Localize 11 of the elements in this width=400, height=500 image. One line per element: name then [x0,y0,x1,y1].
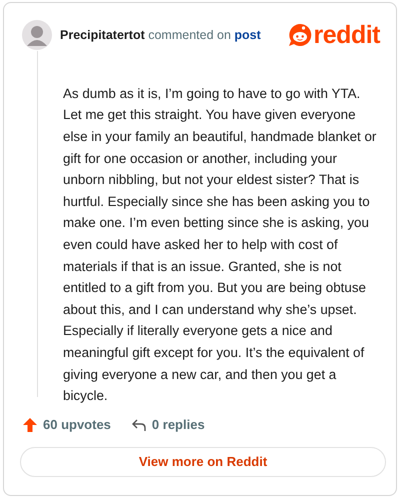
alien-mascot-icon [288,22,312,47]
logo-text: reddit [314,22,380,48]
reply-count: 0 replies [152,417,205,432]
action-text: commented on [148,28,231,42]
post-link[interactable]: post [234,28,261,42]
upvote-count: 60 upvotes [43,417,111,432]
reply-arrow-icon [130,416,147,433]
view-more-button[interactable]: View more on Reddit [20,446,386,477]
author-name[interactable]: Precipitatertot [60,28,145,42]
comment-text: As dumb as it is, I’m going to have to go with YTA. Let me get this straight. You have given everyone else in your family an beautiful, handmade blanket or gift for one occasion or another, including your unborn nibbling, but not your eldest sister? That is hurtful. Especially since she has been asking you to make one. I’m even betting since she is asking, you even could have asked her to help with cost of materials if that is an issue. Granted, she is not entitled to a gift from you. But you are being obtuse about this, and I can understand why she’s upset. Especially if literally everyone gets a nice and meaningful gift except for you. It’s the equivalent of giving everyone a new car, and then you get a bicycle. [63,84,378,406]
upvote-arrow-icon [22,416,38,433]
